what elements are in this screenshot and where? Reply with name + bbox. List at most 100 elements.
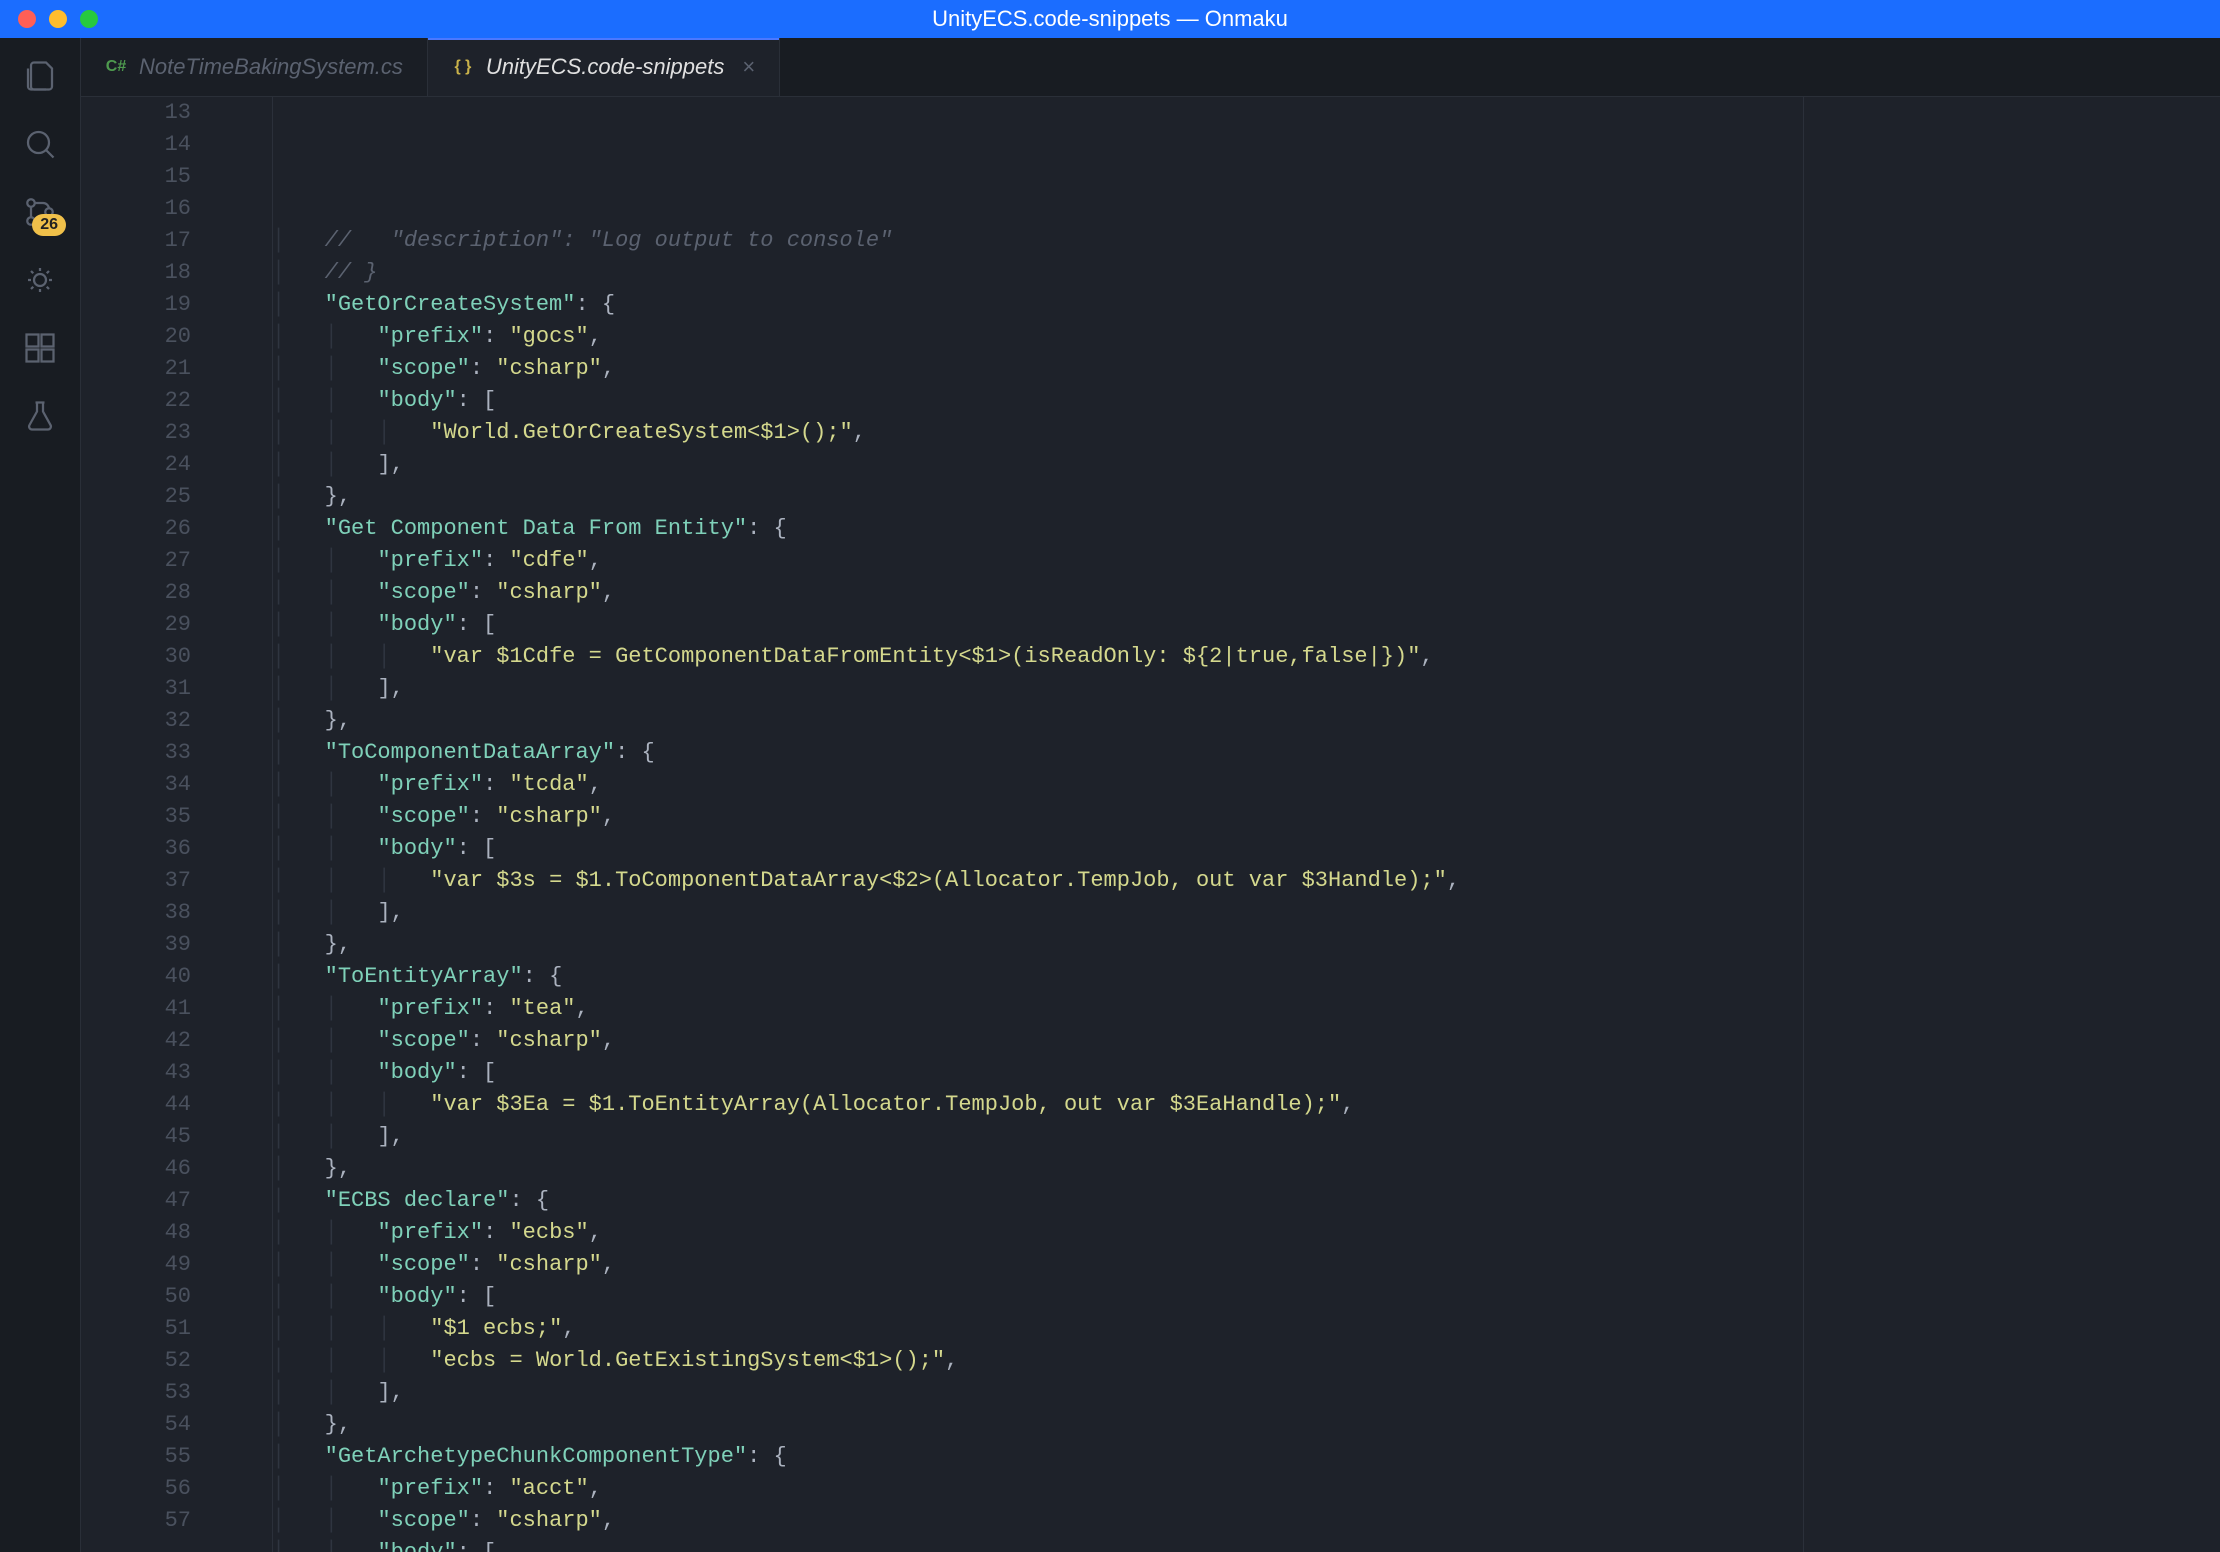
line-number: 52 <box>81 1345 191 1377</box>
tab-unityecs-code-snippets[interactable]: { }UnityECS.code-snippets× <box>428 38 780 96</box>
source-control-icon[interactable]: 26 <box>20 192 60 232</box>
debug-icon[interactable] <box>20 260 60 300</box>
code-area[interactable]: │ // "description": "Log output to conso… <box>219 97 2200 1552</box>
line-number: 45 <box>81 1121 191 1153</box>
code-line[interactable]: │ │ ], <box>219 673 2180 705</box>
line-number: 39 <box>81 929 191 961</box>
line-number: 25 <box>81 481 191 513</box>
tab-bar: C#NoteTimeBakingSystem.cs{ }UnityECS.cod… <box>81 38 2220 97</box>
line-number: 55 <box>81 1441 191 1473</box>
indent-ruler <box>272 97 273 1552</box>
window: UnityECS.code-snippets — Onmaku 26 <box>0 0 2220 1552</box>
line-number: 29 <box>81 609 191 641</box>
code-line[interactable]: │ │ ], <box>219 1377 2180 1409</box>
code-line[interactable]: │ │ "scope": "csharp", <box>219 801 2180 833</box>
line-number: 38 <box>81 897 191 929</box>
code-line[interactable]: │ // } <box>219 257 2180 289</box>
search-icon[interactable] <box>20 124 60 164</box>
code-line[interactable]: │ }, <box>219 705 2180 737</box>
editor[interactable]: 1314151617181920212223242526272829303132… <box>81 97 2220 1552</box>
code-line[interactable]: │ │ ], <box>219 897 2180 929</box>
code-line[interactable]: │ }, <box>219 1153 2180 1185</box>
extensions-icon[interactable] <box>20 328 60 368</box>
code-line[interactable]: │ }, <box>219 929 2180 961</box>
line-number: 15 <box>81 161 191 193</box>
code-line[interactable]: │ │ │ "World.GetOrCreateSystem<$1>();", <box>219 417 2180 449</box>
code-line[interactable]: │ │ "prefix": "gocs", <box>219 321 2180 353</box>
line-number: 42 <box>81 1025 191 1057</box>
editor-group: C#NoteTimeBakingSystem.cs{ }UnityECS.cod… <box>81 38 2220 1552</box>
line-number: 23 <box>81 417 191 449</box>
line-number: 34 <box>81 769 191 801</box>
line-number: 27 <box>81 545 191 577</box>
scm-badge: 26 <box>32 214 66 236</box>
code-line[interactable]: │ │ "scope": "csharp", <box>219 1249 2180 1281</box>
window-controls <box>18 10 98 28</box>
line-number: 28 <box>81 577 191 609</box>
code-line[interactable]: │ "Get Component Data From Entity": { <box>219 513 2180 545</box>
line-number: 31 <box>81 673 191 705</box>
code-line[interactable]: │ │ ], <box>219 1121 2180 1153</box>
code-line[interactable]: │ "ToEntityArray": { <box>219 961 2180 993</box>
code-line[interactable]: │ "GetArchetypeChunkComponentType": { <box>219 1441 2180 1473</box>
code-line[interactable]: │ │ "body": [ <box>219 1281 2180 1313</box>
code-line[interactable]: │ │ "prefix": "ecbs", <box>219 1217 2180 1249</box>
code-line[interactable]: │ │ "body": [ <box>219 1057 2180 1089</box>
line-number: 37 <box>81 865 191 897</box>
code-line[interactable]: │ │ "body": [ <box>219 1537 2180 1552</box>
window-body: 26 C#NoteTimeBakingSystem.cs{ }UnityECS.… <box>0 38 2220 1552</box>
code-line[interactable]: │ "ToComponentDataArray": { <box>219 737 2180 769</box>
beaker-icon[interactable] <box>20 396 60 436</box>
titlebar[interactable]: UnityECS.code-snippets — Onmaku <box>0 0 2220 38</box>
code-line[interactable]: │ │ ], <box>219 449 2180 481</box>
code-line[interactable]: │ │ "prefix": "cdfe", <box>219 545 2180 577</box>
tab-notetimebakingsystem-cs[interactable]: C#NoteTimeBakingSystem.cs <box>81 38 428 96</box>
close-window-button[interactable] <box>18 10 36 28</box>
code-line[interactable]: │ │ │ "var $3Ea = $1.ToEntityArray(Alloc… <box>219 1089 2180 1121</box>
code-line[interactable]: │ │ "prefix": "acct", <box>219 1473 2180 1505</box>
code-line[interactable]: │ │ "prefix": "tcda", <box>219 769 2180 801</box>
code-line[interactable]: │ │ "body": [ <box>219 385 2180 417</box>
line-number: 18 <box>81 257 191 289</box>
code-line[interactable]: │ │ "body": [ <box>219 609 2180 641</box>
code-line[interactable]: │ │ │ "var $3s = $1.ToComponentDataArray… <box>219 865 2180 897</box>
line-number: 51 <box>81 1313 191 1345</box>
line-number: 56 <box>81 1473 191 1505</box>
zoom-window-button[interactable] <box>80 10 98 28</box>
line-number: 21 <box>81 353 191 385</box>
code-line[interactable]: │ │ "prefix": "tea", <box>219 993 2180 1025</box>
code-line[interactable]: │ │ "scope": "csharp", <box>219 1025 2180 1057</box>
code-line[interactable]: │ │ "scope": "csharp", <box>219 1505 2180 1537</box>
code-line[interactable]: │ // "description": "Log output to conso… <box>219 225 2180 257</box>
line-number: 48 <box>81 1217 191 1249</box>
close-tab-icon[interactable]: × <box>742 54 755 80</box>
code-line[interactable]: │ }, <box>219 1409 2180 1441</box>
activity-bar: 26 <box>0 38 81 1552</box>
code-line[interactable]: │ │ "scope": "csharp", <box>219 577 2180 609</box>
code-line[interactable]: │ │ "scope": "csharp", <box>219 353 2180 385</box>
line-number: 33 <box>81 737 191 769</box>
line-number: 57 <box>81 1505 191 1537</box>
code-line[interactable]: │ "ECBS declare": { <box>219 1185 2180 1217</box>
code-line[interactable]: │ │ │ "$1 ecbs;", <box>219 1313 2180 1345</box>
code-line[interactable]: │ "GetOrCreateSystem": { <box>219 289 2180 321</box>
files-icon[interactable] <box>20 56 60 96</box>
code-line[interactable]: │ }, <box>219 481 2180 513</box>
line-number: 36 <box>81 833 191 865</box>
line-number: 32 <box>81 705 191 737</box>
line-number: 19 <box>81 289 191 321</box>
code-line[interactable]: │ │ │ "var $1Cdfe = GetComponentDataFrom… <box>219 641 2180 673</box>
vertical-scrollbar[interactable] <box>2200 97 2220 1552</box>
code-line[interactable]: │ │ │ "ecbs = World.GetExistingSystem<$1… <box>219 1345 2180 1377</box>
line-number: 40 <box>81 961 191 993</box>
line-number: 24 <box>81 449 191 481</box>
line-number: 50 <box>81 1281 191 1313</box>
line-number: 35 <box>81 801 191 833</box>
minimize-window-button[interactable] <box>49 10 67 28</box>
line-number: 44 <box>81 1089 191 1121</box>
line-number: 22 <box>81 385 191 417</box>
code-line[interactable]: │ │ "body": [ <box>219 833 2180 865</box>
line-number: 30 <box>81 641 191 673</box>
line-number: 47 <box>81 1185 191 1217</box>
line-number: 14 <box>81 129 191 161</box>
